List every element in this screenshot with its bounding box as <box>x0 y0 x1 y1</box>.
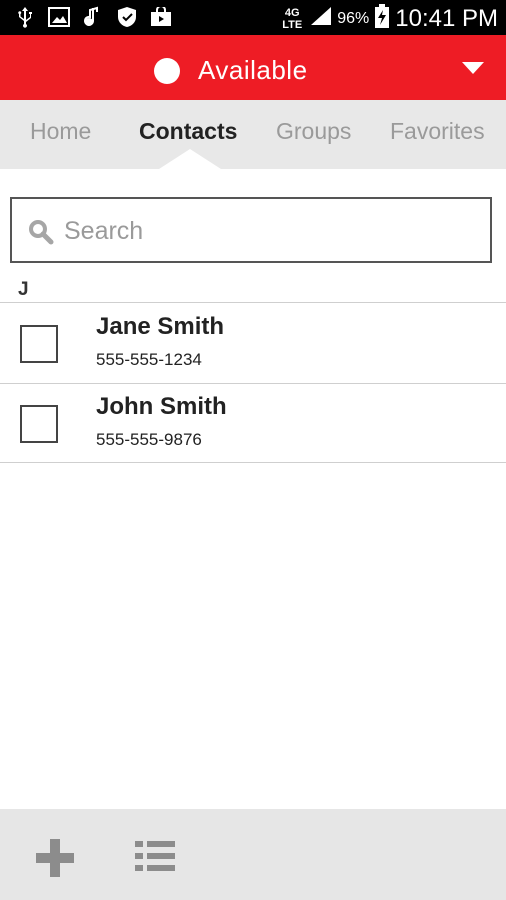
notification-icons <box>14 6 172 28</box>
store-bag-icon <box>150 6 172 28</box>
tab-bar: Home Contacts Groups Favorites <box>0 100 506 169</box>
contact-phone: 555-555-1234 <box>96 350 202 369</box>
clock: 10:41 PM <box>395 4 498 32</box>
battery-charging-icon <box>375 4 390 33</box>
tab-home[interactable]: Home <box>30 118 91 145</box>
bottom-toolbar <box>0 809 506 900</box>
network-type: 4G LTE <box>282 6 303 31</box>
search-icon <box>28 219 54 250</box>
tab-groups[interactable]: Groups <box>276 118 351 145</box>
active-tab-indicator <box>159 149 221 169</box>
contact-name: John Smith <box>96 393 227 420</box>
contact-checkbox[interactable] <box>20 405 58 443</box>
tab-favorites[interactable]: Favorites <box>390 118 485 145</box>
contact-row-john-smith[interactable]: John Smith 555-555-9876 <box>0 384 506 463</box>
divider <box>0 302 506 303</box>
presence-status-dot <box>154 57 180 84</box>
shield-icon <box>116 6 138 28</box>
presence-bar[interactable]: Available <box>0 35 506 100</box>
battery-percent: 96% <box>337 9 370 27</box>
tab-contacts[interactable]: Contacts <box>139 118 237 145</box>
contact-phone: 555-555-9876 <box>96 430 202 449</box>
contact-checkbox[interactable] <box>20 325 58 363</box>
search-box[interactable] <box>10 197 492 263</box>
list-icon[interactable] <box>135 839 175 878</box>
usb-icon <box>14 6 36 28</box>
contact-name: Jane Smith <box>96 313 225 340</box>
image-icon <box>48 6 70 28</box>
section-header-letter: J <box>18 279 29 300</box>
status-bar: 4G LTE 96% 10:41 PM <box>0 0 506 35</box>
signal-icon <box>311 7 332 30</box>
add-icon[interactable] <box>36 839 74 882</box>
presence-selector[interactable]: Available <box>154 55 308 86</box>
presence-label: Available <box>198 55 308 85</box>
music-icon <box>82 6 104 28</box>
search-input[interactable] <box>62 213 486 249</box>
dropdown-arrow-icon[interactable] <box>462 62 484 74</box>
divider <box>0 462 506 463</box>
contact-row-jane-smith[interactable]: Jane Smith 555-555-1234 <box>0 304 506 383</box>
